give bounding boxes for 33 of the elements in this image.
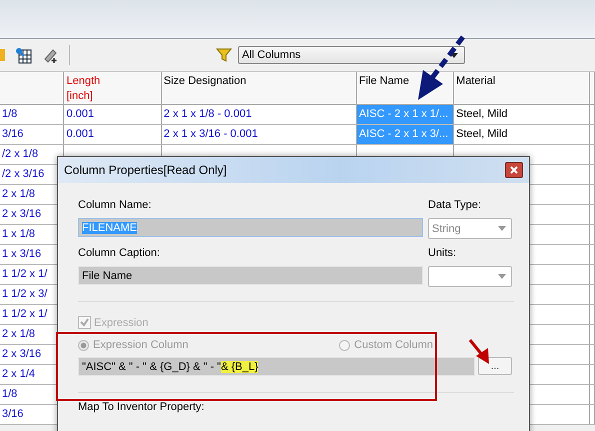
checkmark-icon [80,318,89,327]
table-cell: 0.001 [64,105,162,125]
field-label: Units: [428,247,458,259]
column-header[interactable]: Length [inch] [64,72,162,105]
table-cell: 0.001 [64,125,162,145]
field-label: Map To Inventor Property: [78,401,206,413]
table-cell: 2 x 1 x 1/8 - 0.001 [162,105,357,125]
table-cell: 2 x 1 x 3/16 - 0.001 [162,125,357,145]
arrow-drawing [468,339,489,364]
expression-text: "AISC" & " - " & {G_D} & " - " [82,360,221,372]
dialog-title: Column Properties[Read Only] [64,163,227,177]
close-icon[interactable] [510,166,518,174]
table-cell: Steel, Mild [454,125,590,145]
column-header[interactable] [590,72,595,105]
column-header[interactable] [0,72,64,105]
add-tool-icon[interactable] [42,46,59,64]
table-cell: 3/16 [0,125,64,145]
field-label: Column Caption: [78,247,161,259]
dropdown[interactable]: String [428,218,512,239]
column-header[interactable]: Material [454,72,590,105]
key-grid-icon[interactable] [15,46,32,64]
table-cell: AISC - 2 x 1 x 3/... [356,125,454,145]
table-cell: 1/8 [0,105,64,125]
close-button[interactable] [505,162,523,178]
browse-button[interactable]: ... [478,357,512,375]
column-filter-dropdown[interactable]: All Columns [238,46,465,64]
table-cell: Steel, Mild [454,105,590,125]
field-label: Column Name: [78,199,152,211]
column-header[interactable]: Size Designation [162,72,357,105]
table-cell: AISC - 2 x 1 x 1/... [356,105,454,125]
field-label: Data Type: [428,199,482,211]
text-field[interactable]: File Name [78,266,423,285]
filter-icon[interactable] [216,48,232,62]
